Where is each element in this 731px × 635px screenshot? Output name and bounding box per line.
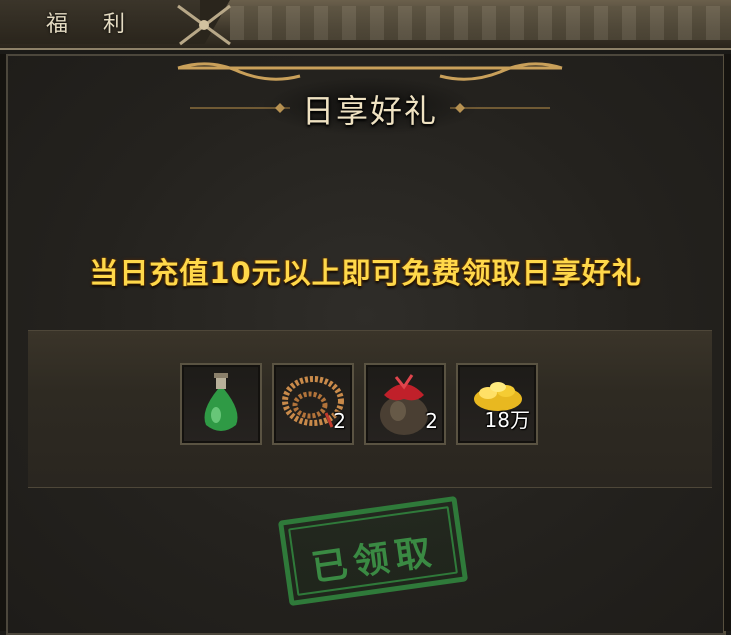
reward-slot-potion[interactable] (180, 363, 262, 445)
reward-condition-text: 当日充值10元以上即可免费领取日享好礼 (89, 256, 642, 290)
tab-label: 福 利 (46, 12, 139, 37)
reward-count: 2 (333, 409, 346, 433)
reward-slot-gold[interactable]: 18万 (456, 363, 538, 445)
claimed-stamp-label: 已领取 (309, 531, 440, 590)
title-banner: 日享好礼 (170, 58, 570, 138)
banner-title: 日享好礼 (301, 92, 438, 130)
green-potion-icon (204, 373, 238, 431)
top-tab-bar: 福 利 (0, 0, 731, 50)
reward-slot-wine-jar[interactable]: 2 (364, 363, 446, 445)
reward-count: 2 (425, 409, 438, 433)
panel-right-edge (724, 54, 731, 631)
header-ornament (230, 6, 731, 40)
reward-slot-beads[interactable]: 2 (272, 363, 354, 445)
reward-items: 2 2 18万 (180, 363, 538, 445)
reward-count: 18万 (484, 408, 530, 432)
crossed-blades-ornament-icon (177, 4, 231, 46)
